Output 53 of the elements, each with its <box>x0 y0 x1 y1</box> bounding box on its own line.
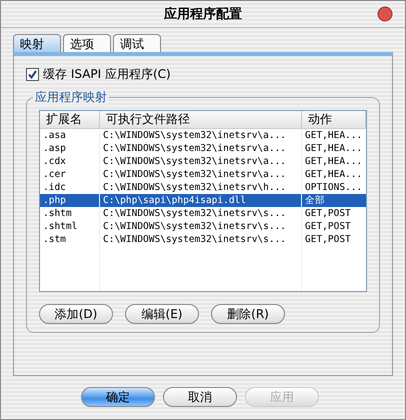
table-row[interactable]: .php C:\php\sapi\php4isapi.dll 全部 <box>40 194 366 207</box>
table-cell-text: C:\WINDOWS\system32\inetsrv\a... <box>102 155 288 168</box>
table-row[interactable]: .cdx C:\WINDOWS\system32\inetsrv\a... GET,HEA... <box>40 155 366 168</box>
table-cell-text: C:\WINDOWS\system32\inetsrv\a... <box>102 129 288 142</box>
table-cell-text: .php <box>42 194 67 207</box>
table-cell-text: C:\WINDOWS\system32\inetsrv\s... <box>102 233 288 246</box>
column-header[interactable]: 动作 <box>302 111 366 128</box>
table-cell-text: C:\WINDOWS\system32\inetsrv\h... <box>102 181 288 194</box>
table-cell-text: .asp <box>42 142 67 155</box>
tab[interactable]: 调试 <box>113 34 161 52</box>
dialog-button[interactable]: 确定 <box>81 387 155 407</box>
action-button[interactable]: 添加(D) <box>39 304 113 324</box>
table-cell-text: 全部 <box>304 194 326 207</box>
checkmark-icon <box>28 70 37 79</box>
column-header[interactable]: 可执行文件路径 <box>100 111 302 128</box>
table-cell-text: .cdx <box>42 155 67 168</box>
table-cell-text: GET,HEA... <box>304 168 364 181</box>
table-cell-text: .shtm <box>42 207 73 220</box>
window-title: 应用程序配置 <box>164 6 242 23</box>
table-cell-text: OPTIONS... <box>304 181 364 194</box>
table-cell-text: C:\WINDOWS\system32\inetsrv\a... <box>102 142 288 155</box>
column-header[interactable]: 扩展名 <box>40 111 100 128</box>
action-button[interactable]: 删除(R) <box>211 304 285 324</box>
table-cell-text: .shtml <box>42 220 78 233</box>
table-cell-text: GET,HEA... <box>304 129 364 142</box>
action-button[interactable]: 编辑(E) <box>125 304 199 324</box>
table-cell-text: C:\WINDOWS\system32\inetsrv\s... <box>102 207 288 220</box>
table-row[interactable]: .asa C:\WINDOWS\system32\inetsrv\a... GET,HEA... <box>40 129 366 142</box>
close-icon[interactable] <box>377 6 393 22</box>
table-row[interactable]: .stm C:\WINDOWS\system32\inetsrv\s... GET,POST <box>40 233 366 246</box>
dialog-button[interactable]: 取消 <box>163 387 237 407</box>
table-cell-text: C:\WINDOWS\system32\inetsrv\s... <box>102 220 288 233</box>
checkbox-label: 缓存 ISAPI 应用程序(C) <box>43 66 171 83</box>
table-cell-text: C:\php\sapi\php4isapi.dll <box>102 194 247 207</box>
checkbox[interactable] <box>26 68 39 81</box>
table-cell-text: GET,POST <box>304 207 352 220</box>
table-row[interactable]: .shtm C:\WINDOWS\system32\inetsrv\s... GET,POST <box>40 207 366 220</box>
table-cell-text: .cer <box>42 168 67 181</box>
tab[interactable]: 映射 <box>13 34 61 52</box>
table-row[interactable]: .cer C:\WINDOWS\system32\inetsrv\a... GET,HEA... <box>40 168 366 181</box>
table-row[interactable]: .idc C:\WINDOWS\system32\inetsrv\h... OPTIONS... <box>40 181 366 194</box>
table-cell-text: C:\WINDOWS\system32\inetsrv\a... <box>102 168 288 181</box>
table-cell-text: .asa <box>42 129 67 142</box>
table-cell-text: GET,POST <box>304 220 352 233</box>
table-cell-text: .stm <box>42 233 67 246</box>
table-row[interactable]: .asp C:\WINDOWS\system32\inetsrv\a... GET,HEA... <box>40 142 366 155</box>
table-cell-text: GET,HEA... <box>304 142 364 155</box>
table-cell-text: GET,POST <box>304 233 352 246</box>
tab[interactable]: 选项 <box>63 34 111 52</box>
table-cell-text: GET,HEA... <box>304 155 364 168</box>
group-title: 应用程序映射 <box>33 89 109 106</box>
table-row[interactable]: .shtml C:\WINDOWS\system32\inetsrv\s... GET,POST <box>40 220 366 233</box>
table-cell-text: .idc <box>42 181 67 194</box>
